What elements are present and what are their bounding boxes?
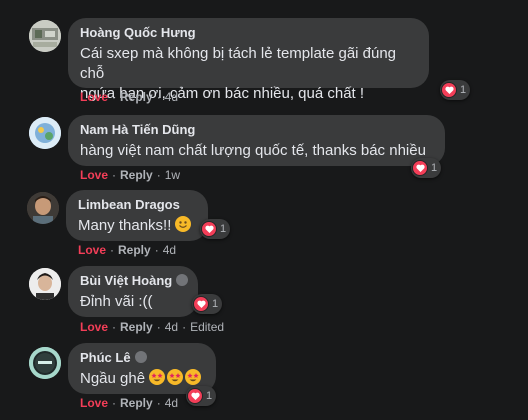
timestamp[interactable]: 1w: [165, 168, 180, 182]
reply-button[interactable]: Reply: [120, 396, 153, 410]
comment-bubble: Bùi Việt Hoàng Đỉnh vãi :((: [68, 266, 198, 317]
comment-author[interactable]: Bùi Việt Hoàng: [80, 273, 189, 289]
heart-icon: [441, 82, 457, 98]
reaction-summary[interactable]: 1: [186, 386, 217, 406]
star-struck-emoji-icon: [185, 369, 202, 385]
star-struck-emoji-icon: [167, 369, 184, 385]
reply-button[interactable]: Reply: [118, 243, 151, 257]
comment-text: Ngầu ghê: [80, 369, 204, 389]
comment-text: hàng việt nam chất lượng quốc tế, thanks…: [80, 142, 426, 159]
heart-icon: [412, 160, 428, 176]
top-fan-badge-icon: [176, 274, 189, 286]
edited-label[interactable]: Edited: [190, 320, 224, 334]
avatar-image: [29, 268, 61, 300]
love-button[interactable]: Love: [80, 320, 108, 334]
reaction-summary[interactable]: 1: [440, 80, 471, 100]
timestamp[interactable]: 4d: [165, 320, 178, 334]
heart-icon: [193, 296, 209, 312]
top-fan-badge-icon: [134, 351, 147, 363]
comment-author[interactable]: Limbean Dragos: [78, 197, 196, 213]
timestamp[interactable]: 4d: [163, 243, 176, 257]
reaction-count: 1: [212, 298, 219, 310]
reaction-count: 1: [460, 84, 467, 96]
comment-author-name: Bùi Việt Hoàng: [80, 273, 173, 288]
comment-actions: Love · Reply · 4d: [80, 90, 179, 104]
timestamp[interactable]: 4d: [165, 396, 178, 410]
reaction-summary[interactable]: 1: [411, 158, 442, 178]
comment-text: Many thanks!!: [78, 216, 196, 236]
love-button[interactable]: Love: [80, 168, 108, 182]
comment-actions: Love · Reply · 1w: [80, 168, 181, 182]
reply-button[interactable]: Reply: [120, 90, 153, 104]
comment-actions: Love · Reply · 4d · Edited: [80, 320, 225, 334]
star-struck-emoji-icon: [149, 369, 166, 385]
reply-button[interactable]: Reply: [120, 168, 153, 182]
reaction-summary[interactable]: 1: [192, 294, 223, 314]
reaction-count: 1: [431, 162, 438, 174]
comment-actions: Love · Reply · 4d: [78, 243, 177, 257]
comment-author[interactable]: Nam Hà Tiến Dũng: [80, 122, 433, 138]
avatar-image: [29, 20, 61, 52]
comment-text: Đỉnh vãi :((: [80, 293, 153, 310]
comment-text-line: Cái sxep mà không bị tách lẻ template gã…: [80, 45, 397, 82]
timestamp[interactable]: 4d: [165, 90, 178, 104]
comment-text-content: Ngầu ghê: [80, 370, 146, 387]
love-button[interactable]: Love: [78, 243, 106, 257]
reaction-count: 1: [220, 223, 227, 235]
avatar[interactable]: [29, 117, 61, 149]
comment-author[interactable]: Hoàng Quốc Hưng: [80, 25, 417, 41]
love-button[interactable]: Love: [80, 396, 108, 410]
avatar-image: [27, 192, 59, 224]
reply-button[interactable]: Reply: [120, 320, 153, 334]
avatar[interactable]: [27, 192, 59, 224]
comment-bubble: Nam Hà Tiến Dũng hàng việt nam chất lượn…: [68, 115, 445, 166]
heart-icon: [201, 221, 217, 237]
avatar[interactable]: [29, 347, 61, 379]
comment-author-name: Phúc Lê: [80, 350, 131, 365]
avatar-image: [29, 117, 61, 149]
love-button[interactable]: Love: [80, 90, 108, 104]
comment-bubble: Hoàng Quốc Hưng Cái sxep mà không bị tác…: [68, 18, 429, 102]
heart-icon: [187, 388, 203, 404]
reaction-summary[interactable]: 1: [200, 219, 231, 239]
comment-text-content: Many thanks!!: [78, 217, 172, 234]
comment-author[interactable]: Phúc Lê: [80, 350, 204, 366]
comment-bubble: Limbean Dragos Many thanks!!: [66, 190, 208, 241]
reaction-count: 1: [206, 390, 213, 402]
avatar[interactable]: [29, 20, 61, 52]
avatar-image: [29, 347, 61, 379]
avatar[interactable]: [29, 268, 61, 300]
smile-emoji-icon: [175, 216, 192, 232]
comment-actions: Love · Reply · 4d: [80, 396, 179, 410]
